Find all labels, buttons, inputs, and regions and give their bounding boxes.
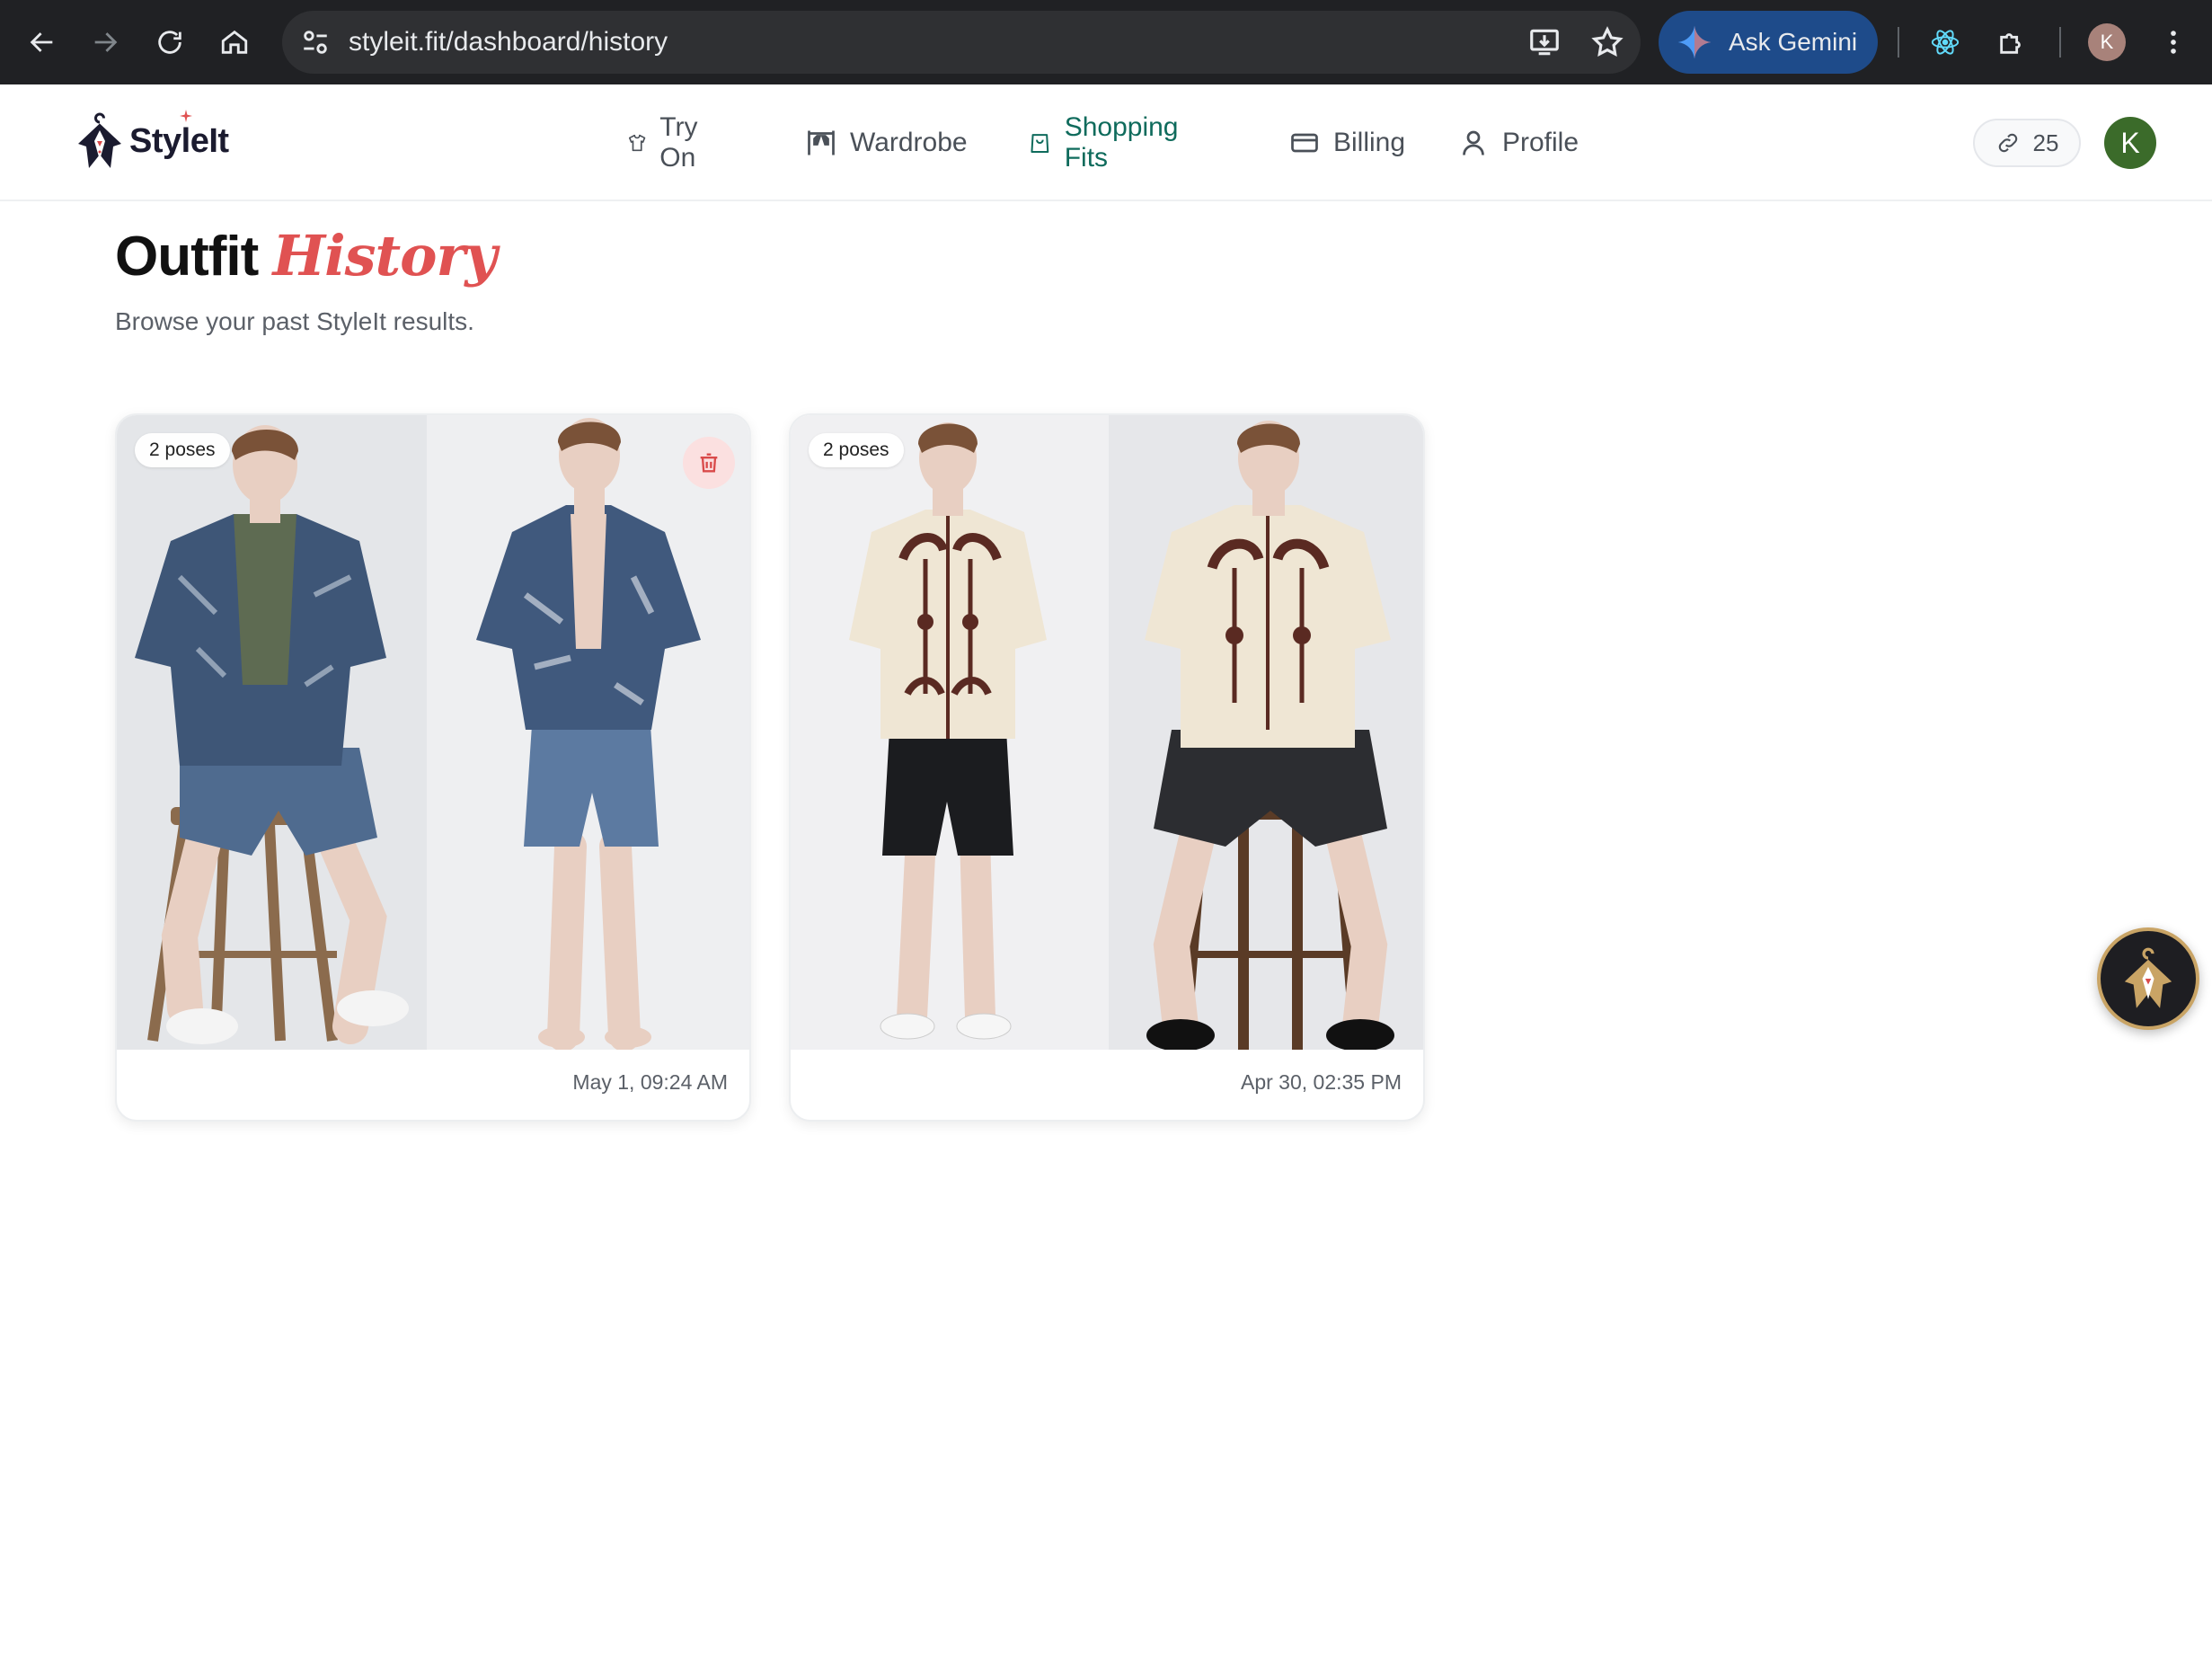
- home-icon: [221, 30, 248, 54]
- react-atom-icon: [1931, 30, 1960, 55]
- reload-icon: [158, 31, 181, 54]
- brand-name: StyleIt: [129, 121, 229, 160]
- nav-billing[interactable]: Billing: [1288, 117, 1405, 169]
- shirt-icon: [628, 134, 646, 152]
- react-devtools-button[interactable]: [1923, 20, 1968, 65]
- nav-wardrobe[interactable]: Wardrobe: [805, 117, 968, 169]
- back-button[interactable]: [20, 20, 65, 65]
- stylist-assistant-button[interactable]: [2097, 927, 2199, 1030]
- brand-logo[interactable]: StyleIt: [72, 110, 229, 171]
- nav-billing-label: Billing: [1333, 128, 1406, 157]
- more-vertical-icon: [2171, 31, 2176, 54]
- link-coin-icon: [1998, 133, 2017, 153]
- pose-image-standing: [791, 415, 1109, 1050]
- page-title: Outfit History: [115, 223, 498, 288]
- extensions-button[interactable]: [1989, 20, 2034, 65]
- wardrobe-icon: [808, 130, 835, 155]
- pose-image-seated: [1109, 415, 1423, 1050]
- card-date: Apr 30, 02:35 PM: [1241, 1070, 1402, 1094]
- nav-profile[interactable]: Profile: [1457, 117, 1579, 169]
- credits-badge[interactable]: 25: [1973, 119, 2081, 167]
- gemini-sparkle-icon: [1677, 25, 1712, 59]
- history-card[interactable]: 2 poses Apr 30, 02:35 PM: [789, 413, 1425, 1122]
- delete-button[interactable]: [683, 437, 735, 489]
- browser-menu-button[interactable]: [2151, 20, 2196, 65]
- reload-button[interactable]: [147, 20, 192, 65]
- address-bar[interactable]: styleit.fit/dashboard/history: [282, 11, 1641, 74]
- page-title-main: Outfit: [115, 226, 259, 288]
- trash-icon: [700, 453, 718, 473]
- credits-count: 25: [2032, 129, 2059, 156]
- card-date: May 1, 09:24 AM: [572, 1070, 728, 1094]
- pose-image-seated: [117, 415, 427, 1050]
- history-card[interactable]: 2 poses May 1, 09:24 AM: [115, 413, 751, 1122]
- puzzle-piece-icon: [2000, 33, 2021, 54]
- url-text[interactable]: styleit.fit/dashboard/history: [349, 11, 668, 74]
- nav-profile-label: Profile: [1502, 128, 1579, 157]
- app-header: StyleIt Try On Wardrobe Shopping Fits Bi…: [0, 84, 2212, 201]
- forward-button[interactable]: [83, 20, 128, 65]
- nav-shopping-fits[interactable]: Shopping Fits: [1028, 112, 1187, 173]
- toolbar-divider: [2059, 27, 2061, 58]
- bookmark-star-icon[interactable]: [1590, 25, 1624, 59]
- nav-wardrobe-label: Wardrobe: [850, 128, 968, 157]
- shopping-bag-icon: [1031, 134, 1049, 154]
- nav-try-on[interactable]: Try On: [627, 112, 710, 173]
- page-subtitle: Browse your past StyleIt results.: [115, 307, 474, 335]
- sparkle-icon: [180, 110, 192, 122]
- arrow-left-icon: [30, 32, 53, 52]
- user-icon: [1463, 130, 1484, 155]
- user-avatar[interactable]: K: [2104, 117, 2156, 169]
- styleit-logo-icon: [78, 112, 121, 168]
- install-app-icon[interactable]: [1527, 25, 1562, 59]
- stylist-mascot-icon: [2124, 947, 2172, 1008]
- poses-count-badge: 2 poses: [135, 433, 230, 467]
- ask-gemini-button[interactable]: Ask Gemini: [1659, 11, 1878, 74]
- ask-gemini-label: Ask Gemini: [1729, 28, 1858, 56]
- nav-shopping-fits-label: Shopping Fits: [1064, 112, 1179, 173]
- site-settings-icon[interactable]: [300, 27, 331, 58]
- browser-toolbar: styleit.fit/dashboard/history Ask Gemini…: [0, 0, 2212, 84]
- card-pose-images: [791, 415, 1423, 1050]
- nav-try-on-label: Try On: [659, 112, 698, 173]
- browser-profile-avatar[interactable]: K: [2088, 23, 2126, 61]
- credit-card-icon: [1291, 133, 1318, 153]
- arrow-right-icon: [94, 32, 118, 52]
- page-title-accent: History: [272, 223, 498, 288]
- home-button[interactable]: [212, 20, 257, 65]
- pose-image-standing: [427, 415, 749, 1050]
- poses-count-badge: 2 poses: [809, 433, 904, 467]
- card-pose-images: [117, 415, 749, 1050]
- toolbar-divider: [1898, 27, 1899, 58]
